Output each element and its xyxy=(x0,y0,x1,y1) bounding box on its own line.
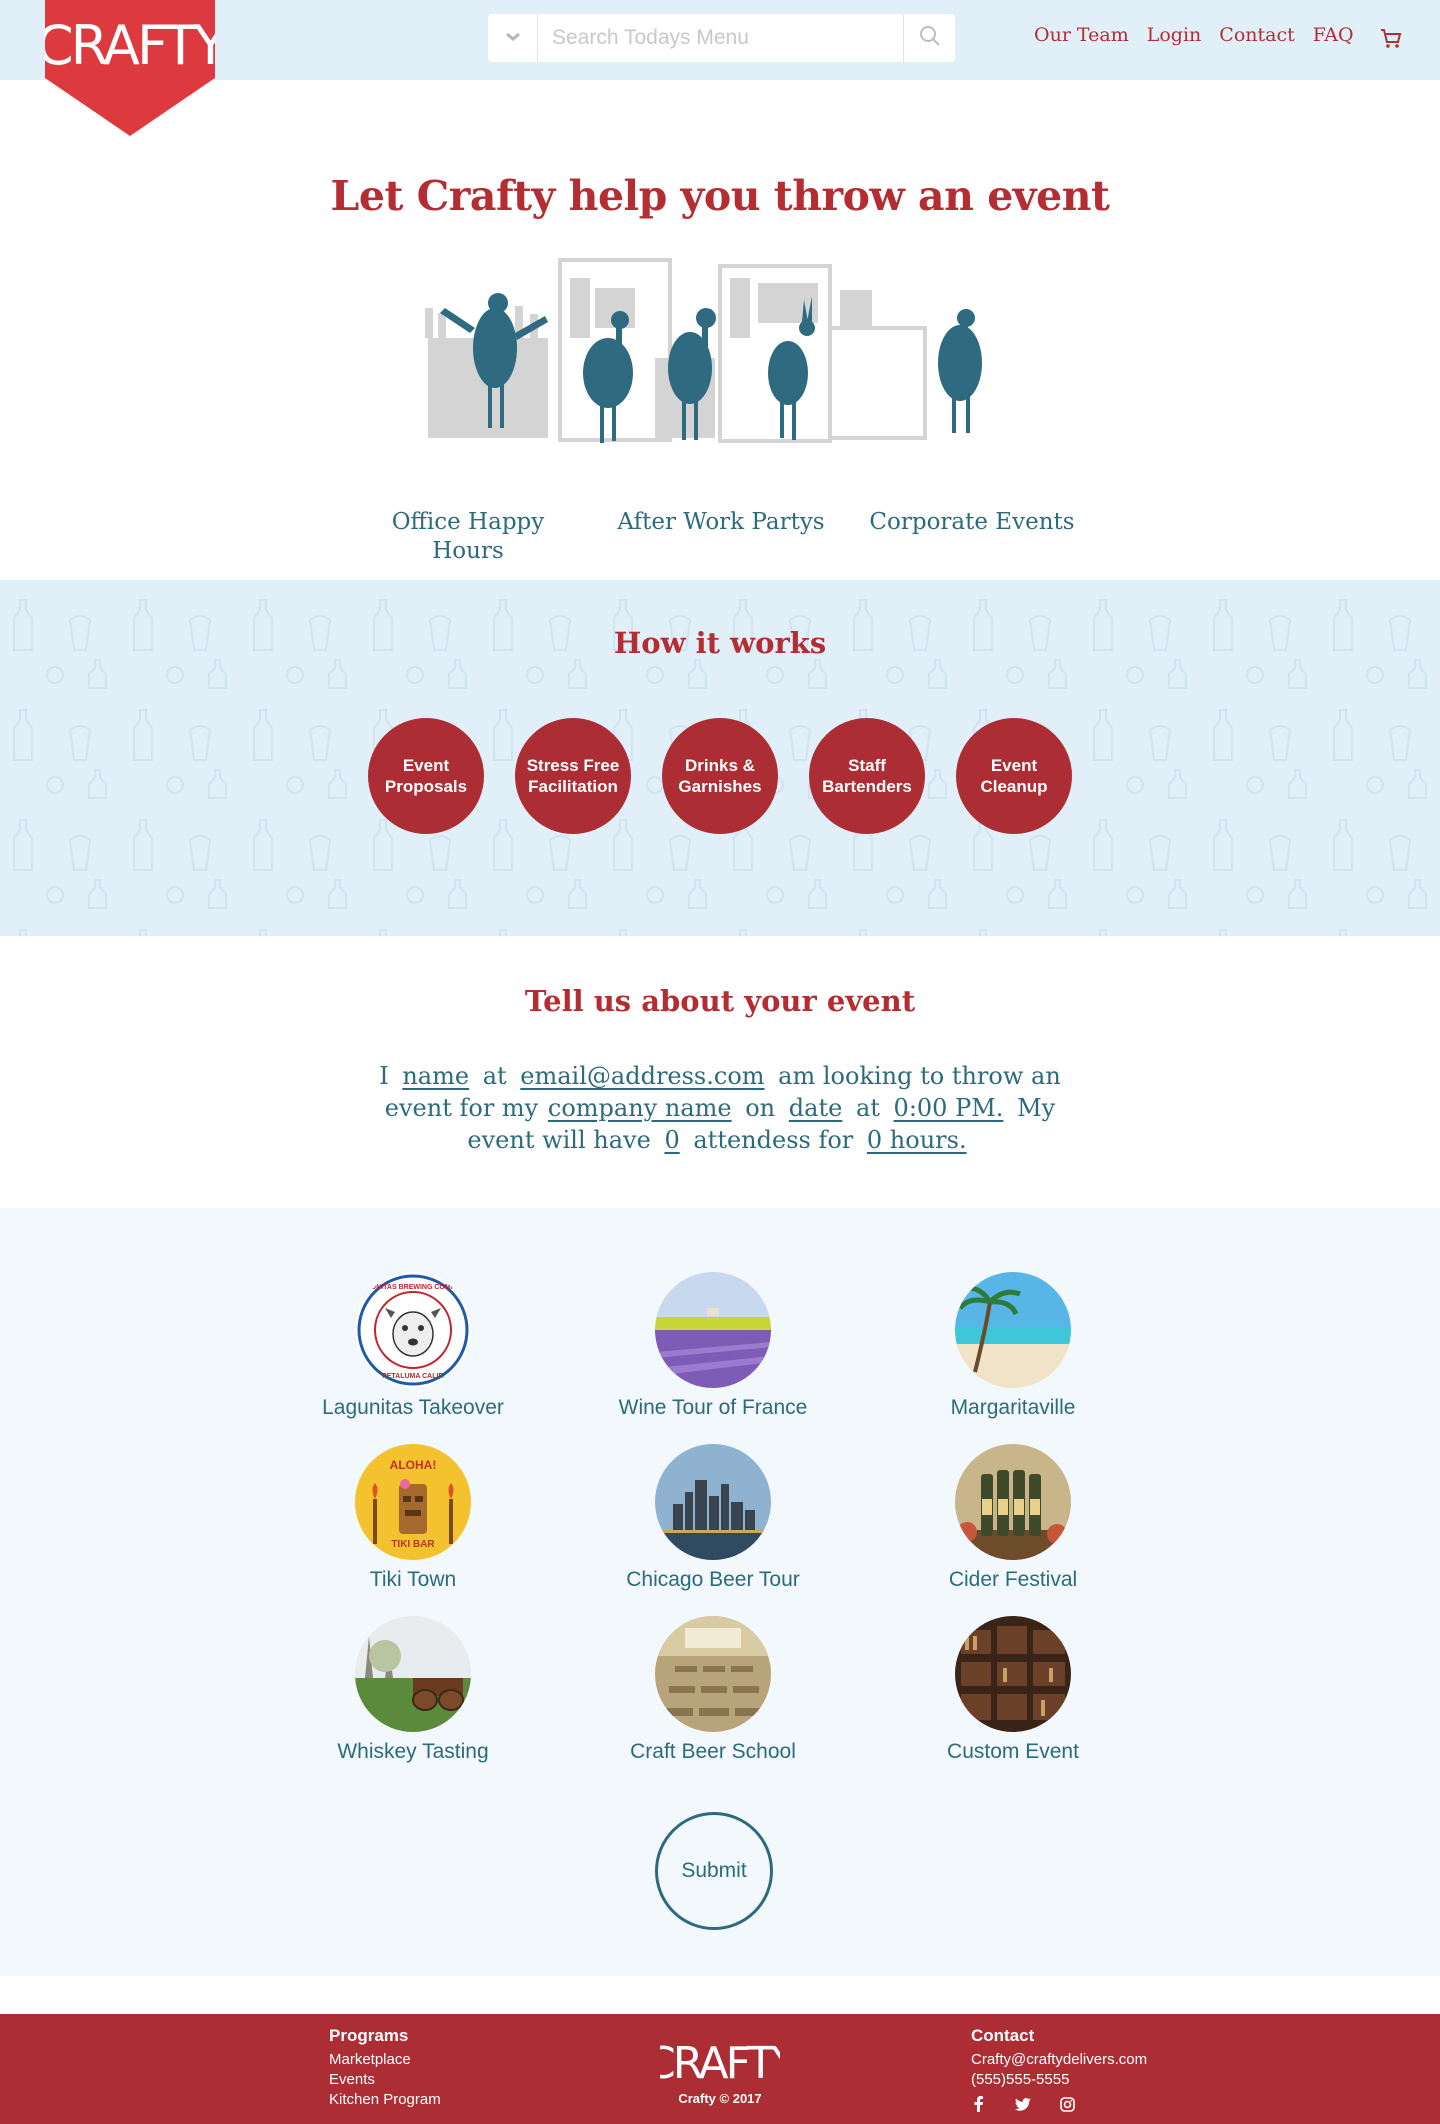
cart-icon[interactable] xyxy=(1379,26,1403,50)
footer-phone: (555)555-5555 xyxy=(971,2071,1070,2088)
footer-programs-title: Programs xyxy=(329,2026,409,2045)
step-drinks-garnishes[interactable]: Drinks & Garnishes xyxy=(662,718,778,834)
twitter-icon[interactable] xyxy=(1015,2096,1031,2112)
footer-contact-title: Contact xyxy=(971,2026,1035,2045)
svg-text:PETALUMA CALIF.: PETALUMA CALIF. xyxy=(382,1373,444,1380)
lavender-field-image xyxy=(655,1272,771,1388)
svg-text:CRAFTY: CRAFTY xyxy=(660,2038,780,2084)
step-stress-free-facilitation[interactable]: Stress Free Facilitation xyxy=(515,718,631,834)
option-tiki-town[interactable]: ALOHA! TIKI BAR Tiki Town xyxy=(283,1444,543,1592)
beach-image xyxy=(955,1272,1071,1388)
step-event-cleanup[interactable]: Event Cleanup xyxy=(956,718,1072,834)
option-chicago-beer-tour[interactable]: Chicago Beer Tour xyxy=(583,1444,843,1592)
instagram-icon[interactable] xyxy=(1059,2096,1075,2112)
whiskey-barrels-image xyxy=(355,1616,471,1732)
step-event-proposals[interactable]: Event Proposals xyxy=(368,718,484,834)
company-field[interactable]: company name xyxy=(548,1094,732,1122)
tell-us-title: Tell us about your event xyxy=(524,984,916,1018)
steps-list: Event Proposals Stress Free Facilitation… xyxy=(368,718,1072,834)
bar-shelves-image xyxy=(955,1616,1071,1732)
site-footer: Programs Marketplace Events Kitchen Prog… xyxy=(0,2014,1440,2124)
search-icon xyxy=(919,25,941,52)
copyright: Crafty © 2017 xyxy=(678,2091,762,2106)
option-custom-event[interactable]: Custom Event xyxy=(883,1616,1143,1764)
option-label: Custom Event xyxy=(947,1740,1079,1763)
option-label: Craft Beer School xyxy=(630,1740,796,1763)
option-label: Cider Festival xyxy=(948,1568,1078,1591)
svg-text:TIKI BAR: TIKI BAR xyxy=(391,1539,435,1550)
site-header: CRAFTY Our Team Login Contact FAQ xyxy=(0,0,1440,136)
date-field[interactable]: date xyxy=(789,1094,843,1122)
option-whiskey-tasting[interactable]: Whiskey Tasting xyxy=(283,1616,543,1764)
main-nav: Our Team Login Contact FAQ xyxy=(1034,24,1354,46)
footer-brand: CRAFTY Crafty © 2017 xyxy=(645,2034,801,2106)
search-bar xyxy=(488,14,955,62)
submit-button[interactable]: Submit xyxy=(655,1812,773,1930)
hours-field[interactable]: 0 hours. xyxy=(867,1126,967,1154)
step-staff-bartenders[interactable]: Staff Bartenders xyxy=(809,718,925,834)
footer-logo[interactable]: CRAFTY xyxy=(645,2034,801,2089)
footer-link-kitchen-program[interactable]: Kitchen Program xyxy=(329,2090,441,2110)
nav-login[interactable]: Login xyxy=(1147,24,1202,46)
footer-email-link[interactable]: Crafty@craftydelivers.com xyxy=(971,2050,1147,2070)
svg-text:CRAFTY: CRAFTY xyxy=(45,14,215,77)
option-label: Lagunitas Takeover xyxy=(322,1396,504,1419)
nav-faq[interactable]: FAQ xyxy=(1313,24,1354,46)
footer-programs: Programs Marketplace Events Kitchen Prog… xyxy=(329,2026,441,2110)
name-field[interactable]: name xyxy=(402,1062,469,1090)
madlib-text: I xyxy=(379,1062,389,1090)
chicago-skyline-image xyxy=(655,1444,771,1560)
lagunitas-logo-image: LAGUNITAS BREWING COMPANY PETALUMA CALIF… xyxy=(355,1272,471,1388)
madlib-text: at xyxy=(855,1094,880,1122)
nav-our-team[interactable]: Our Team xyxy=(1034,24,1129,46)
social-links xyxy=(971,2096,1147,2112)
footer-contact: Contact Crafty@craftydelivers.com (555)5… xyxy=(971,2026,1147,2112)
classroom-image xyxy=(655,1616,771,1732)
event-type-after-work: After Work Partys xyxy=(617,509,825,535)
search-input[interactable] xyxy=(538,14,903,62)
option-label: Wine Tour of France xyxy=(618,1396,808,1419)
search-button[interactable] xyxy=(903,14,955,62)
category-dropdown[interactable] xyxy=(488,14,538,62)
option-label: Chicago Beer Tour xyxy=(626,1568,800,1591)
option-label: Tiki Town xyxy=(369,1568,457,1591)
attendees-field[interactable]: 0 xyxy=(664,1126,679,1154)
option-label: Margaritaville xyxy=(950,1396,1076,1419)
how-it-works-title: How it works xyxy=(613,626,827,660)
madlib-text: at xyxy=(482,1062,507,1090)
nav-contact[interactable]: Contact xyxy=(1219,24,1294,46)
option-margaritaville[interactable]: Margaritaville xyxy=(883,1272,1143,1420)
svg-text:LAGUNITAS BREWING COMPANY: LAGUNITAS BREWING COMPANY xyxy=(356,1284,470,1291)
option-label: Whiskey Tasting xyxy=(337,1740,489,1763)
option-wine-tour-france[interactable]: Wine Tour of France xyxy=(583,1272,843,1420)
tiki-bar-image: ALOHA! TIKI BAR xyxy=(355,1444,471,1560)
crafty-logo[interactable]: CRAFTY xyxy=(45,0,215,136)
time-field[interactable]: 0:00 PM. xyxy=(894,1094,1004,1122)
footer-link-marketplace[interactable]: Marketplace xyxy=(329,2050,441,2070)
svg-text:ALOHA!: ALOHA! xyxy=(390,1458,437,1472)
event-type-corporate: Corporate Events xyxy=(869,509,1075,535)
madlib-text: attendess for xyxy=(693,1126,854,1154)
email-field[interactable]: email@address.com xyxy=(520,1062,764,1090)
facebook-icon[interactable] xyxy=(971,2096,987,2112)
page-title: Let Crafty help you throw an event xyxy=(330,172,1110,220)
chevron-down-icon xyxy=(505,29,521,47)
option-cider-festival[interactable]: Cider Festival xyxy=(883,1444,1143,1592)
option-lagunitas-takeover[interactable]: LAGUNITAS BREWING COMPANY PETALUMA CALIF… xyxy=(283,1272,543,1420)
how-it-works-section: How it works Event Proposals Stress Free… xyxy=(0,580,1440,936)
footer-link-events[interactable]: Events xyxy=(329,2070,441,2090)
cider-bottles-image xyxy=(955,1444,1071,1560)
madlib-text: on xyxy=(745,1094,776,1122)
option-craft-beer-school[interactable]: Craft Beer School xyxy=(583,1616,843,1764)
bartender-illustration xyxy=(420,258,1020,478)
event-madlib-form: I name at email@address.com am looking t… xyxy=(370,1060,1070,1156)
event-type-happy-hours: Office Happy Hours xyxy=(391,509,545,564)
